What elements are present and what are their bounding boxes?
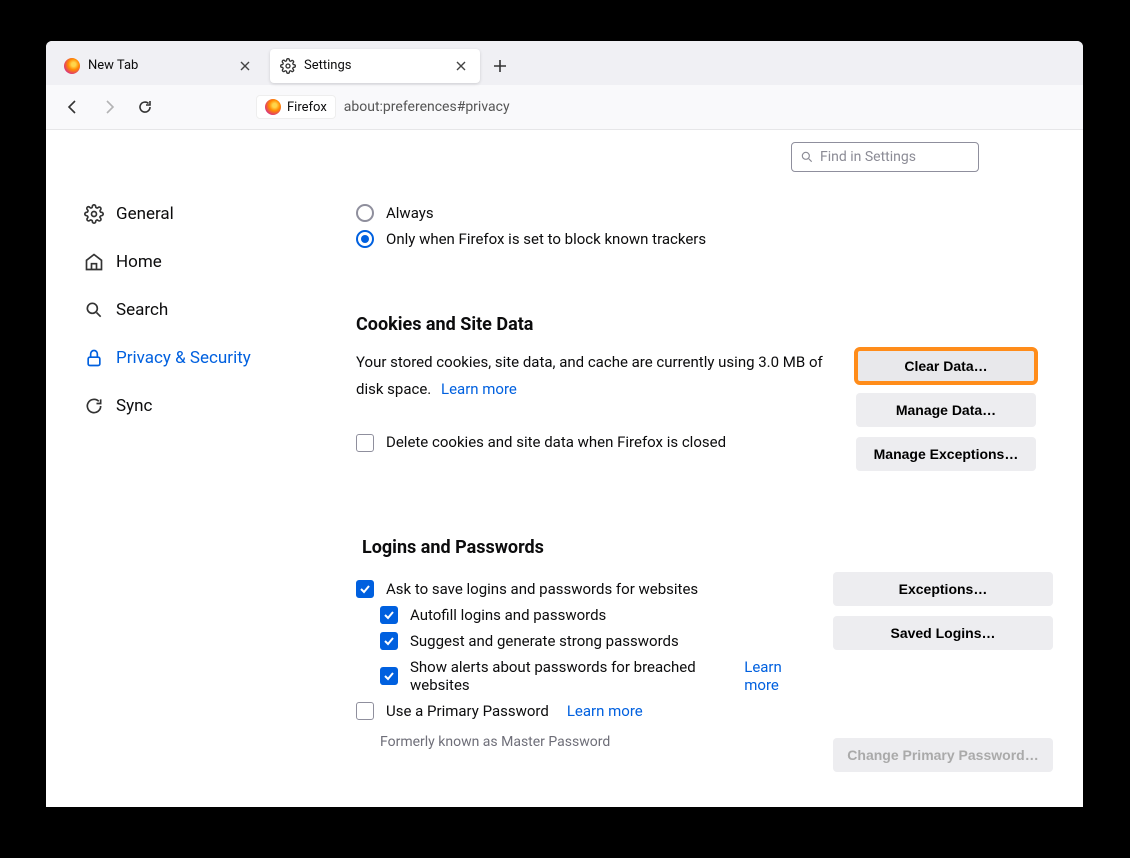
- checkbox-ask-save[interactable]: Ask to save logins and passwords for web…: [356, 580, 813, 598]
- tab-strip: New Tab Settings: [46, 41, 1083, 85]
- close-icon[interactable]: [236, 57, 254, 75]
- tab-settings[interactable]: Settings: [270, 49, 480, 83]
- gear-icon: [84, 204, 104, 224]
- checkbox-autofill[interactable]: Autofill logins and passwords: [380, 606, 813, 624]
- reload-button[interactable]: [130, 92, 160, 122]
- checkbox-icon: [356, 434, 374, 452]
- saved-logins-button[interactable]: Saved Logins…: [833, 616, 1053, 650]
- search-icon: [800, 150, 814, 164]
- clear-data-button[interactable]: Clear Data…: [856, 349, 1036, 383]
- sidebar-item-home[interactable]: Home: [84, 238, 306, 286]
- section-title: Cookies and Site Data: [356, 314, 1053, 335]
- radio-always[interactable]: Always: [356, 204, 1053, 222]
- url-identity-chip[interactable]: Firefox: [256, 95, 336, 119]
- preferences-main: Find in Settings Always Only when Firefo…: [306, 130, 1083, 807]
- section-cookies: Cookies and Site Data Your stored cookie…: [356, 314, 1053, 471]
- checkbox-icon: [380, 667, 398, 685]
- change-primary-password-button: Change Primary Password…: [833, 738, 1053, 772]
- sidebar-item-search[interactable]: Search: [84, 286, 306, 334]
- section-title: Logins and Passwords: [362, 537, 1053, 558]
- primary-password-note: Formerly known as Master Password: [380, 734, 813, 750]
- sync-icon: [84, 396, 104, 416]
- learn-more-link[interactable]: Learn more: [744, 658, 813, 694]
- close-icon[interactable]: [452, 57, 470, 75]
- tab-label: Settings: [304, 58, 351, 73]
- checkbox-icon: [356, 702, 374, 720]
- radio-only-block-trackers[interactable]: Only when Firefox is set to block known …: [356, 230, 1053, 248]
- url-bar[interactable]: Firefox about:preferences#privacy: [256, 91, 1071, 123]
- back-button[interactable]: [58, 92, 88, 122]
- manage-exceptions-button[interactable]: Manage Exceptions…: [856, 437, 1036, 471]
- checkbox-icon: [380, 606, 398, 624]
- nav-toolbar: Firefox about:preferences#privacy: [46, 85, 1083, 130]
- checkbox-suggest-strong[interactable]: Suggest and generate strong passwords: [380, 632, 813, 650]
- preferences-sidebar: General Home Search Privacy & Security S…: [46, 130, 306, 807]
- radio-icon: [356, 230, 374, 248]
- checkbox-delete-on-close[interactable]: Delete cookies and site data when Firefo…: [356, 429, 836, 456]
- cookies-description: Your stored cookies, site data, and cach…: [356, 353, 823, 398]
- url-text: about:preferences#privacy: [344, 99, 510, 115]
- sidebar-item-privacy[interactable]: Privacy & Security: [84, 334, 306, 382]
- checkbox-icon: [380, 632, 398, 650]
- search-icon: [84, 300, 104, 320]
- firefox-icon: [265, 99, 281, 115]
- exceptions-button[interactable]: Exceptions…: [833, 572, 1053, 606]
- new-tab-button[interactable]: [486, 52, 514, 80]
- sidebar-item-sync[interactable]: Sync: [84, 382, 306, 430]
- radio-icon: [356, 204, 374, 222]
- tab-label: New Tab: [88, 58, 138, 73]
- browser-window: New Tab Settings: [46, 41, 1083, 807]
- gear-icon: [280, 58, 296, 74]
- checkbox-primary-password[interactable]: Use a Primary Password Learn more: [356, 702, 813, 720]
- learn-more-link[interactable]: Learn more: [567, 702, 643, 720]
- home-icon: [84, 252, 104, 272]
- learn-more-link[interactable]: Learn more: [441, 380, 517, 398]
- checkbox-breach-alerts[interactable]: Show alerts about passwords for breached…: [380, 658, 813, 694]
- sidebar-item-general[interactable]: General: [84, 190, 306, 238]
- search-input[interactable]: Find in Settings: [791, 142, 979, 172]
- section-logins: Logins and Passwords Ask to save logins …: [356, 537, 1053, 772]
- firefox-icon: [64, 58, 80, 74]
- checkbox-icon: [356, 580, 374, 598]
- manage-data-button[interactable]: Manage Data…: [856, 393, 1036, 427]
- preferences-content: General Home Search Privacy & Security S…: [46, 130, 1083, 807]
- tab-newtab[interactable]: New Tab: [54, 49, 264, 83]
- lock-icon: [84, 348, 104, 368]
- forward-button[interactable]: [94, 92, 124, 122]
